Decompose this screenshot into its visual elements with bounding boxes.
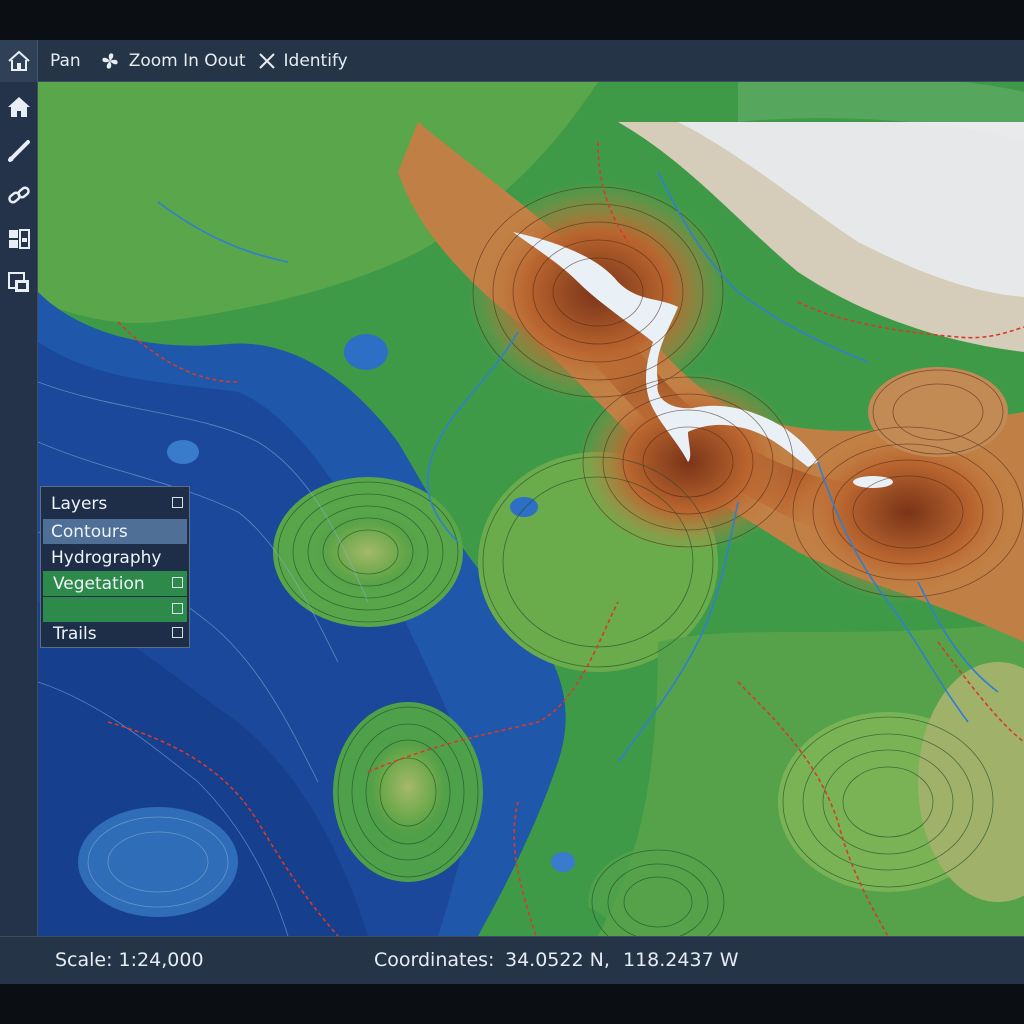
shallow-area (78, 807, 238, 917)
layer-unnamed[interactable] (43, 597, 187, 622)
pond-south (551, 852, 575, 872)
close-x-icon (258, 52, 276, 70)
layer-hydrography[interactable]: Hydrography (43, 545, 187, 570)
layer-trails[interactable]: Trails (43, 621, 187, 646)
windows-icon (8, 272, 29, 292)
vegetation-checkbox[interactable] (172, 577, 183, 588)
layer-vegetation[interactable]: Vegetation (43, 571, 187, 596)
layer-hydrography-label: Hydrography (51, 547, 162, 568)
identify-tool[interactable]: Identify (258, 51, 348, 71)
sidebar (0, 82, 38, 936)
layers-panel: Layers Contours Hydrography Vegetation T… (40, 486, 190, 648)
layers-panel-title: Layers (43, 491, 187, 516)
sidebar-measure-button[interactable] (4, 136, 34, 166)
measure-icon (8, 140, 30, 162)
sidebar-link-button[interactable] (4, 180, 34, 210)
identify-label: Identify (283, 50, 348, 71)
layout-icon (9, 229, 30, 249)
sidebar-layout-button[interactable] (4, 224, 34, 254)
zoom-tool[interactable]: Zoom In Oout (99, 50, 246, 72)
trails-checkbox[interactable] (172, 627, 183, 638)
pan-label: Pan (50, 50, 81, 71)
glacier-patch (853, 476, 893, 488)
layer-vegetation-label: Vegetation (53, 573, 145, 594)
link-icon (8, 186, 30, 204)
unnamed-checkbox[interactable] (172, 603, 183, 614)
pond-west (167, 440, 199, 464)
sidebar-home-button[interactable] (4, 92, 34, 122)
home-icon (8, 97, 30, 117)
pond-north (344, 334, 388, 370)
peak-far-east (868, 367, 1008, 457)
scale-readout: Scale: 1:24,000 (55, 949, 204, 971)
zoom-label: Zoom In Oout (128, 50, 246, 71)
sidebar-windows-button[interactable] (4, 268, 34, 298)
coordinates-label: Coordinates: (374, 949, 495, 971)
hill-west-top (313, 512, 423, 592)
layers-title-text: Layers (51, 493, 108, 514)
home-button[interactable] (0, 40, 38, 82)
longitude-readout: 118.2437 W (623, 949, 739, 971)
pond-central (510, 497, 538, 517)
layer-contours-label: Contours (51, 521, 128, 542)
layer-trails-label: Trails (53, 623, 97, 644)
toolbar: Pan Zoom In Oout Identify (0, 40, 1024, 82)
house-icon (7, 50, 30, 71)
pan-tool[interactable]: Pan (50, 51, 81, 71)
layer-contours[interactable]: Contours (43, 519, 187, 544)
status-bar: Scale: 1:24,000 Coordinates: 34.0522 N, … (0, 936, 1024, 984)
gis-window: Pan Zoom In Oout Identify Layers Contour… (0, 40, 1024, 984)
latitude-readout: 34.0522 N, (505, 949, 610, 971)
layers-checkbox[interactable] (172, 497, 183, 508)
pinwheel-icon (99, 50, 121, 72)
island-hill-top (363, 732, 453, 842)
